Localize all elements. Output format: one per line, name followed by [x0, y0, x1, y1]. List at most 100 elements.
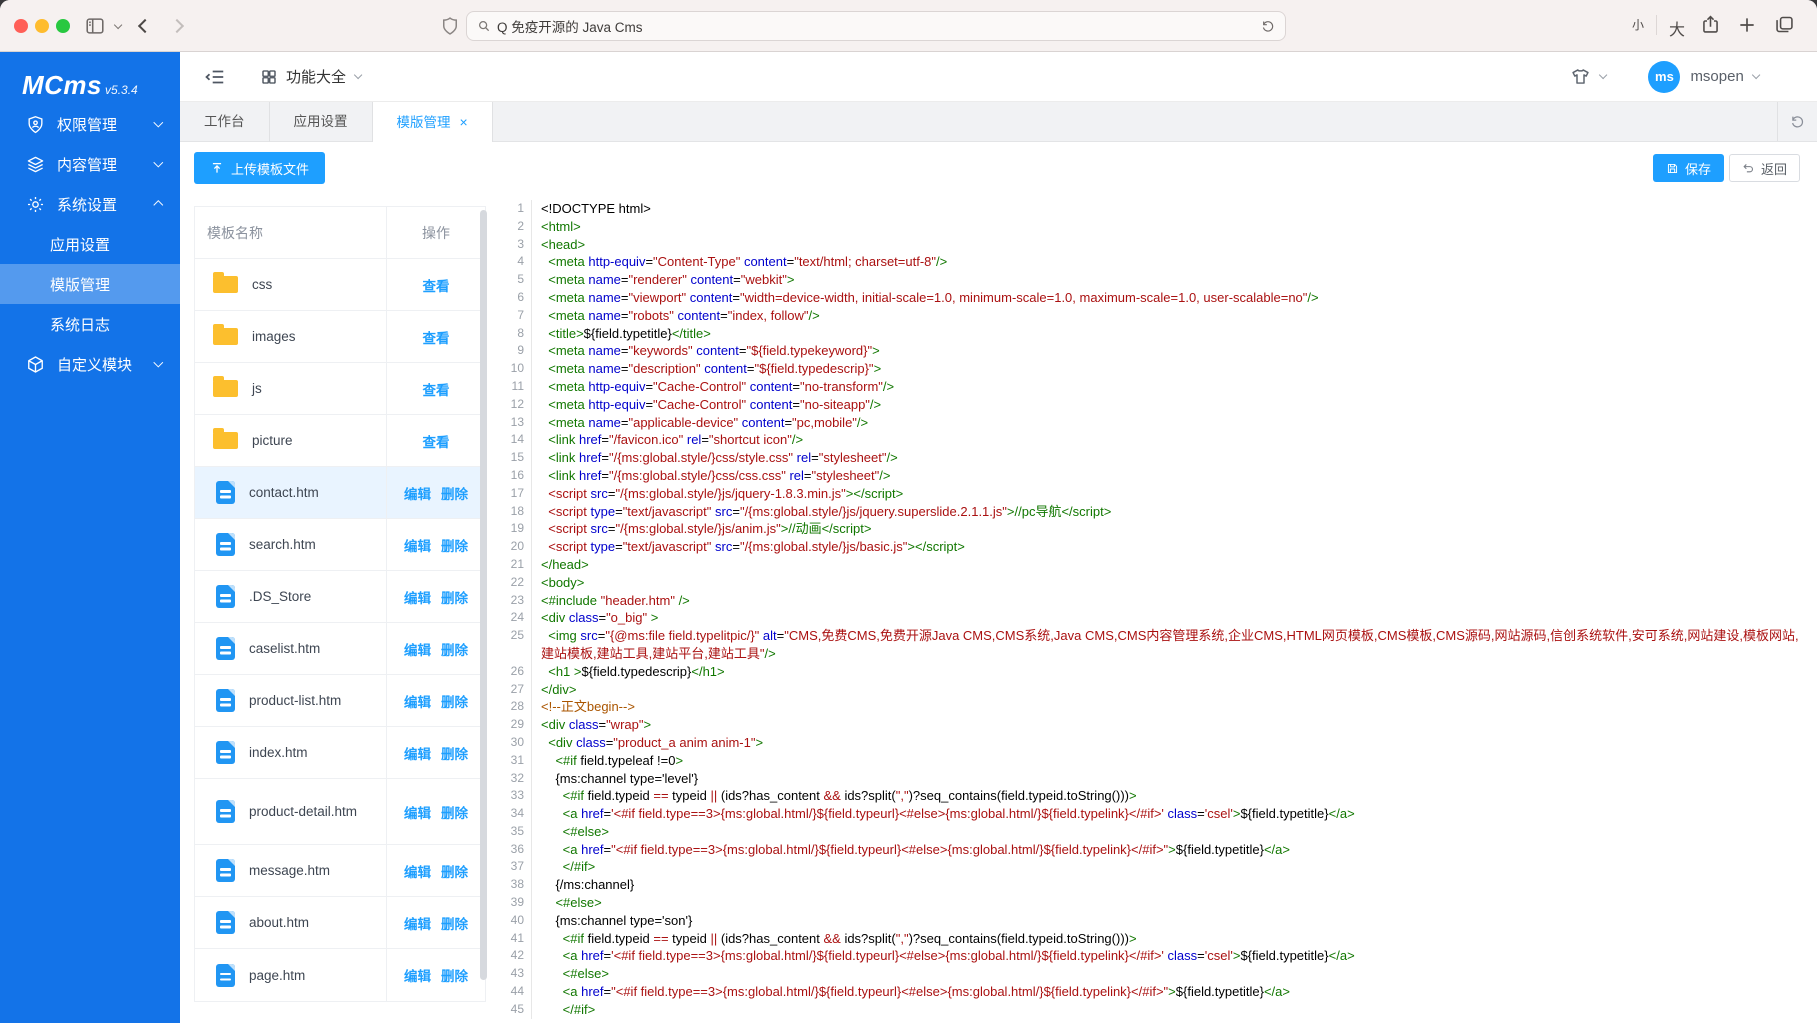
close-tab-icon[interactable]: × — [460, 114, 468, 130]
action-link-查看[interactable]: 查看 — [423, 327, 450, 347]
code-text: {/ms:channel} — [532, 876, 1811, 894]
tab-工作台[interactable]: 工作台 — [180, 102, 270, 142]
file-icon — [216, 741, 235, 764]
chevron-down-icon — [154, 158, 163, 167]
table-row[interactable]: images查看 — [195, 311, 485, 363]
action-link-编辑[interactable]: 编辑 — [404, 535, 431, 555]
table-row[interactable]: css查看 — [195, 259, 485, 311]
table-row[interactable]: about.htm编辑删除 — [195, 897, 485, 949]
action-link-删除[interactable]: 删除 — [441, 587, 468, 607]
file-name: picture — [252, 431, 293, 450]
action-link-编辑[interactable]: 编辑 — [404, 587, 431, 607]
table-row[interactable]: product-detail.htm编辑删除 — [195, 779, 485, 845]
file-actions-cell: 编辑删除 — [387, 623, 485, 674]
theme-icon[interactable] — [1570, 66, 1591, 87]
collapse-sidebar-icon[interactable] — [204, 66, 226, 88]
save-button[interactable]: 保存 — [1653, 154, 1724, 182]
file-name: contact.htm — [249, 483, 319, 502]
address-bar[interactable]: Q 免疫开源的 Java Cms — [466, 11, 1286, 41]
code-line: 6 <meta name="viewport" content="width=d… — [498, 289, 1811, 307]
code-line: 21</head> — [498, 556, 1811, 574]
action-link-编辑[interactable]: 编辑 — [404, 802, 431, 822]
code-text: <link href="/{ms:global.style/}css/style… — [532, 449, 1811, 467]
action-link-查看[interactable]: 查看 — [423, 379, 450, 399]
text-smaller-button[interactable]: 小 — [1632, 16, 1644, 33]
tabs: 工作台应用设置模版管理× — [180, 102, 1817, 142]
theme-chevron-icon[interactable] — [1599, 71, 1608, 80]
sidebar-item-自定义模块[interactable]: 自定义模块 — [0, 344, 180, 384]
all-functions-menu[interactable]: 功能大全 — [260, 52, 361, 101]
action-link-编辑[interactable]: 编辑 — [404, 691, 431, 711]
new-tab-icon[interactable] — [1737, 15, 1757, 35]
code-line: 31 <#if field.typeleaf !=0> — [498, 752, 1811, 770]
table-row[interactable]: index.htm编辑删除 — [195, 727, 485, 779]
table-row[interactable]: js查看 — [195, 363, 485, 415]
action-link-编辑[interactable]: 编辑 — [404, 965, 431, 985]
action-link-编辑[interactable]: 编辑 — [404, 913, 431, 933]
file-panel-scrollbar[interactable] — [480, 210, 487, 980]
action-link-编辑[interactable]: 编辑 — [404, 743, 431, 763]
table-row[interactable]: picture 查看 — [195, 415, 485, 467]
action-link-删除[interactable]: 删除 — [441, 913, 468, 933]
tab-overview-icon[interactable] — [1774, 14, 1795, 35]
sidebar-item-系统设置[interactable]: 系统设置 — [0, 184, 180, 224]
file-name-cell: .DS_Store — [195, 571, 387, 622]
tab-模版管理[interactable]: 模版管理× — [373, 102, 493, 142]
action-link-查看[interactable]: 查看 — [423, 431, 450, 451]
sidebar-item-内容管理[interactable]: 内容管理 — [0, 144, 180, 184]
action-link-编辑[interactable]: 编辑 — [404, 483, 431, 503]
share-icon[interactable] — [1700, 14, 1721, 35]
action-link-编辑[interactable]: 编辑 — [404, 861, 431, 881]
code-line: 30 <div class="product_a anim anim-1"> — [498, 734, 1811, 752]
code-line: 24<div class="o_big" > — [498, 609, 1811, 627]
action-link-删除[interactable]: 删除 — [441, 535, 468, 555]
code-editor[interactable]: 1<!DOCTYPE html>2<html>3<head>4 <meta ht… — [498, 200, 1811, 1023]
table-row[interactable]: search.htm编辑删除 — [195, 519, 485, 571]
minimize-window-button[interactable] — [35, 19, 49, 33]
upload-template-button[interactable]: 上传模板文件 — [194, 152, 325, 184]
table-row[interactable]: contact.htm 编辑删除 — [195, 467, 485, 519]
table-row[interactable]: caselist.htm编辑删除 — [195, 623, 485, 675]
action-link-删除[interactable]: 删除 — [441, 639, 468, 659]
file-actions-cell: 查看 — [387, 363, 485, 414]
close-window-button[interactable] — [14, 19, 28, 33]
back-button[interactable]: 返回 — [1729, 154, 1800, 182]
table-row[interactable]: product-list.htm 编辑删除 — [195, 675, 485, 727]
action-link-查看[interactable]: 查看 — [423, 275, 450, 295]
line-number: 18 — [498, 503, 532, 521]
code-text: <h1 >${field.typedescrip}</h1> — [532, 663, 1811, 681]
sidebar-subitem-系统日志[interactable]: 系统日志 — [0, 304, 180, 344]
divider — [1656, 15, 1657, 35]
sidebar-chevron-icon[interactable] — [114, 21, 123, 30]
app-logo-text: MCms — [22, 70, 102, 101]
action-link-删除[interactable]: 删除 — [441, 861, 468, 881]
action-link-删除[interactable]: 删除 — [441, 691, 468, 711]
username[interactable]: msopen — [1690, 68, 1743, 85]
text-larger-button[interactable]: 大 — [1669, 16, 1685, 40]
zoom-window-button[interactable] — [56, 19, 70, 33]
user-chevron-icon[interactable] — [1752, 71, 1761, 80]
action-link-编辑[interactable]: 编辑 — [404, 639, 431, 659]
sidebar-item-label: 权限管理 — [57, 114, 117, 135]
privacy-shield-icon[interactable] — [440, 16, 460, 36]
avatar[interactable]: ms — [1648, 61, 1680, 93]
action-link-删除[interactable]: 删除 — [441, 802, 468, 822]
tab-应用设置[interactable]: 应用设置 — [270, 102, 373, 142]
file-name-cell: product-list.htm — [195, 675, 387, 726]
action-link-删除[interactable]: 删除 — [441, 965, 468, 985]
action-link-删除[interactable]: 删除 — [441, 483, 468, 503]
sidebar-item-权限管理[interactable]: 权限管理 — [0, 104, 180, 144]
reload-icon[interactable] — [1261, 19, 1275, 33]
sidebar-subitem-模版管理[interactable]: 模版管理 — [0, 264, 180, 304]
refresh-tab-icon[interactable] — [1777, 102, 1817, 141]
back-icon[interactable] — [138, 19, 152, 33]
browser-sidebar-icon[interactable] — [84, 15, 106, 37]
table-row[interactable]: message.htm编辑删除 — [195, 845, 485, 897]
action-link-删除[interactable]: 删除 — [441, 743, 468, 763]
sidebar-subitem-应用设置[interactable]: 应用设置 — [0, 224, 180, 264]
code-line: 13 <meta name="applicable-device" conten… — [498, 414, 1811, 432]
line-number: 2 — [498, 218, 532, 236]
line-number: 11 — [498, 378, 532, 396]
table-row[interactable]: .DS_Store 编辑删除 — [195, 571, 485, 623]
table-row[interactable]: page.htm编辑删除 — [195, 949, 485, 1001]
